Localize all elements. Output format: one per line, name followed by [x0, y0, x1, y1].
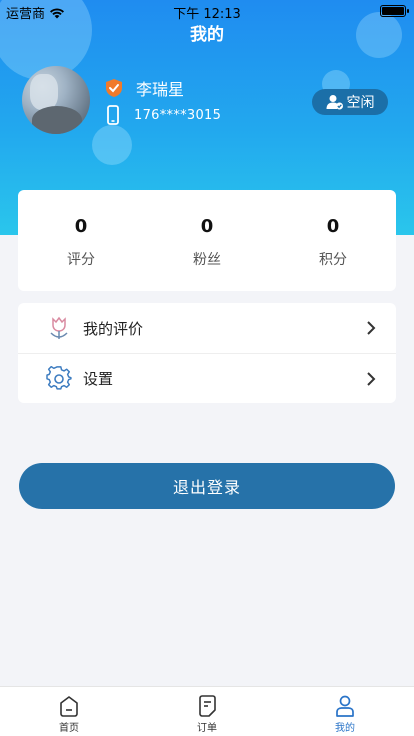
stat-label: 粉丝 — [193, 252, 221, 268]
chevron-right-icon — [367, 371, 376, 386]
decor-bubble — [92, 125, 132, 165]
menu-card: 我的评价 设置 — [18, 303, 396, 403]
tab-label: 订单 — [197, 723, 217, 734]
stat-fans[interactable]: 0 粉丝 — [144, 190, 270, 291]
avatar[interactable] — [22, 66, 90, 134]
page-title: 我的 — [190, 25, 224, 45]
logout-button[interactable]: 退出登录 — [19, 463, 395, 509]
status-bar: 运营商 下午 12:13 — [0, 0, 414, 22]
person-icon — [336, 695, 354, 717]
stat-value: 0 — [326, 216, 340, 237]
status-toggle-button[interactable]: 空闲 — [312, 89, 388, 115]
gear-icon — [46, 365, 72, 390]
tulip-icon — [50, 316, 68, 339]
stat-label: 积分 — [319, 252, 347, 268]
home-icon — [60, 696, 78, 717]
stat-rating[interactable]: 0 评分 — [18, 190, 144, 291]
stat-value: 0 — [200, 216, 214, 237]
tab-label: 首页 — [59, 723, 79, 734]
user-status-icon — [326, 95, 343, 110]
shield-badge-icon — [106, 79, 122, 97]
menu-item-settings[interactable]: 设置 — [18, 353, 396, 403]
menu-item-my-reviews[interactable]: 我的评价 — [18, 303, 396, 353]
status-label: 空闲 — [346, 95, 375, 111]
stat-label: 评分 — [67, 252, 95, 268]
order-icon — [199, 695, 216, 717]
stat-points[interactable]: 0 积分 — [270, 190, 396, 291]
tab-bar: 首页 订单 我的 — [0, 686, 414, 736]
chevron-right-icon — [367, 321, 376, 335]
user-name-row: 李瑞星 — [104, 76, 184, 100]
stat-value: 0 — [74, 216, 88, 237]
battery-icon — [380, 5, 409, 17]
tab-home[interactable]: 首页 — [0, 687, 138, 736]
stats-card: 0 评分 0 粉丝 0 积分 — [18, 190, 396, 291]
phone-row: 176****3015 — [104, 105, 221, 125]
menu-item-label: 我的评价 — [83, 319, 144, 338]
tab-mine[interactable]: 我的 — [276, 687, 414, 736]
phone-icon — [107, 105, 119, 125]
tab-orders[interactable]: 订单 — [138, 687, 276, 736]
phone-number: 176****3015 — [134, 107, 222, 123]
user-name: 李瑞星 — [136, 80, 185, 99]
tab-label: 我的 — [335, 723, 355, 734]
menu-item-label: 设置 — [83, 370, 114, 388]
